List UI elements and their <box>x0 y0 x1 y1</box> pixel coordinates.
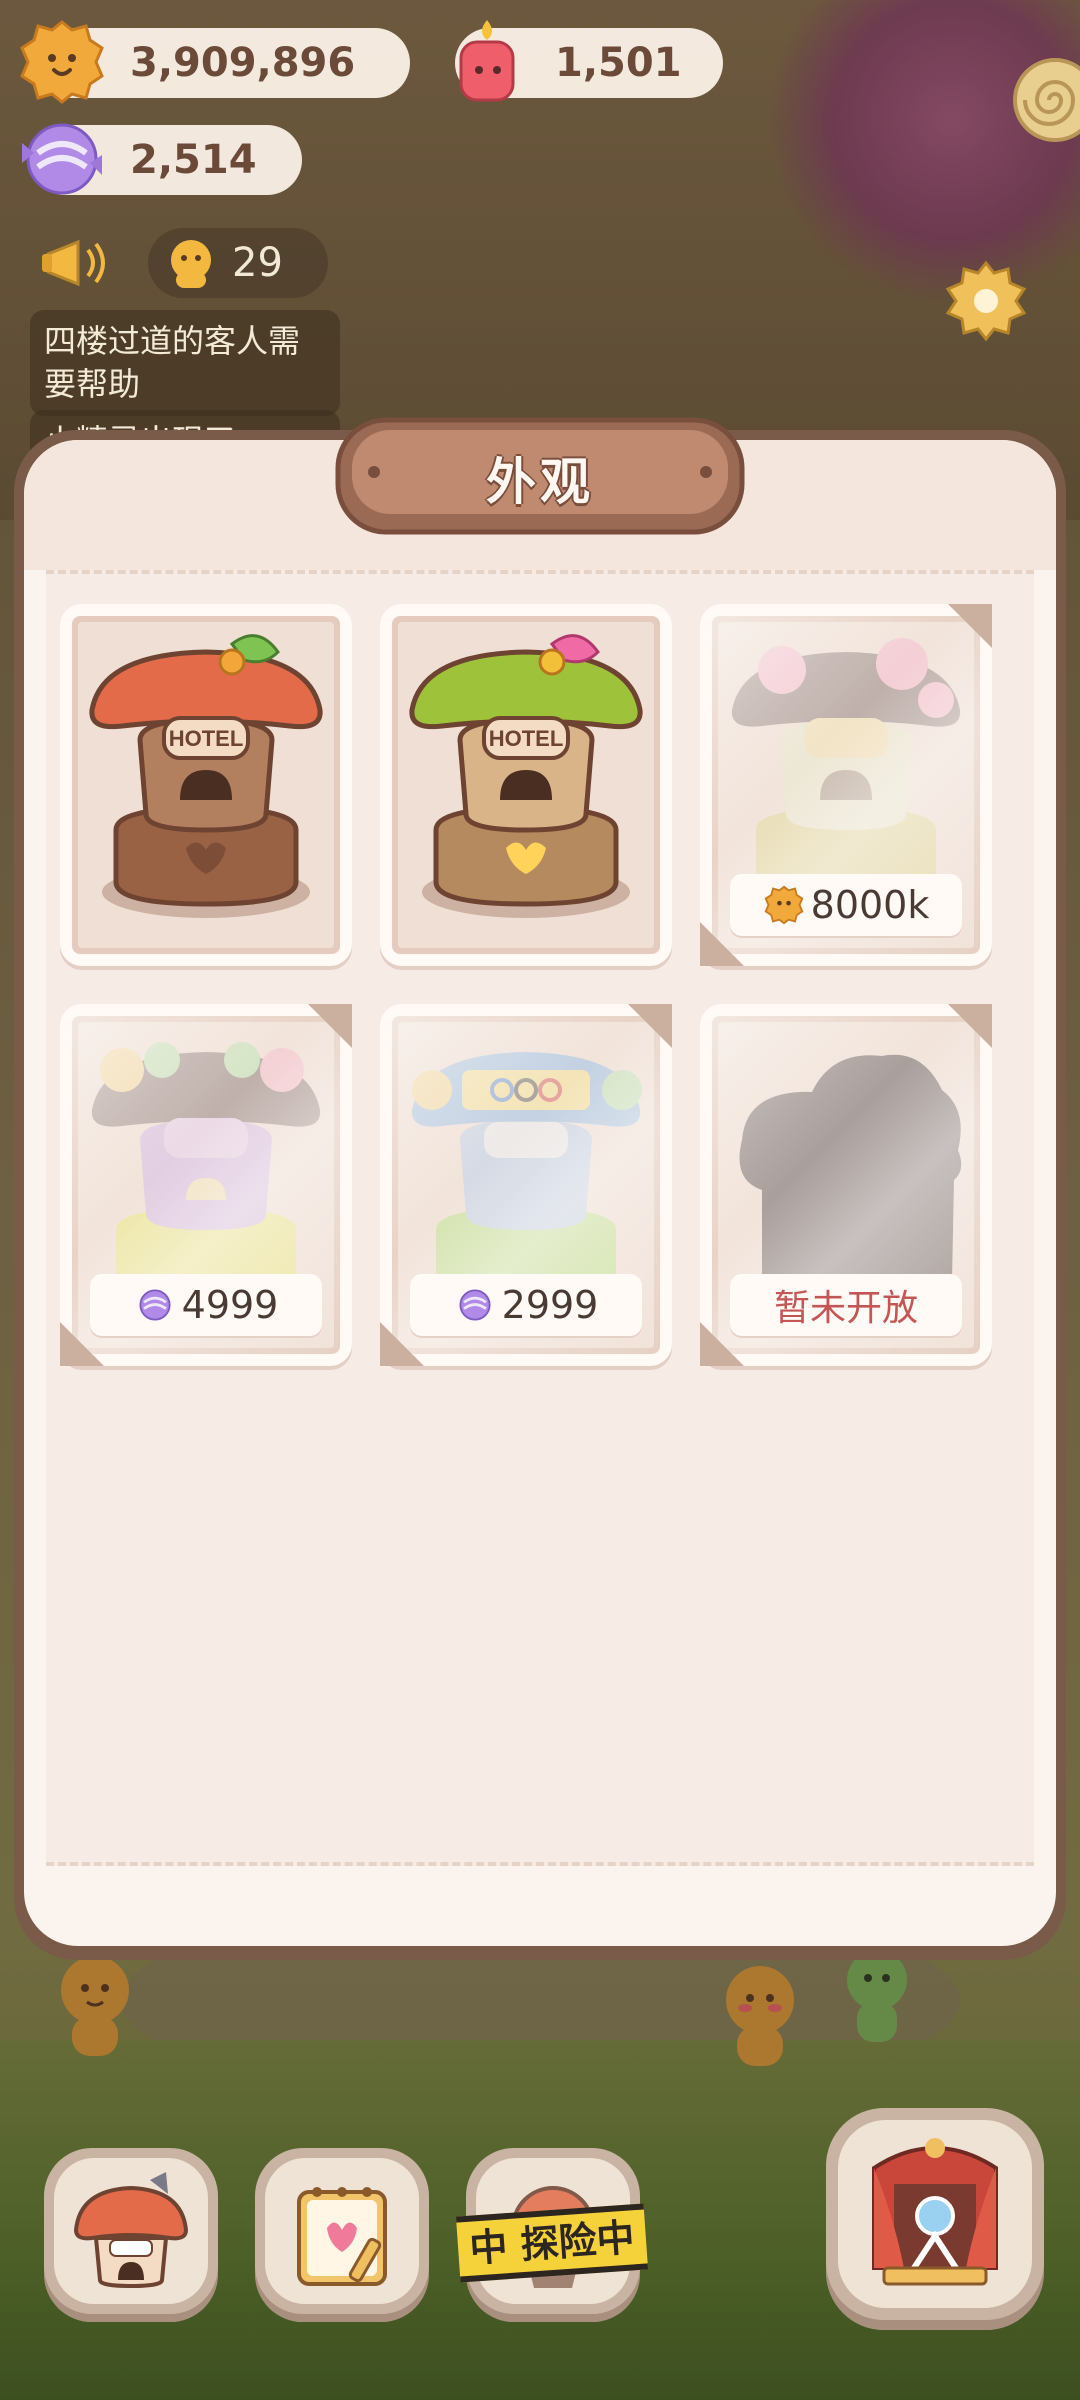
candle-icon <box>459 20 515 102</box>
theater-icon <box>872 2138 998 2286</box>
price-label: 4999 <box>181 1283 279 1327</box>
guest-count-badge[interactable]: 29 <box>148 228 328 298</box>
green-hotel-icon: HOTEL <box>409 634 643 918</box>
price-tag[interactable]: 4999 <box>90 1274 322 1336</box>
skin-card-orange-hotel[interactable]: HOTEL <box>60 604 352 966</box>
gold-currency-bar: 3,909,896 <box>20 20 410 104</box>
theater-button[interactable] <box>826 2108 1044 2330</box>
candy-icon <box>139 1289 171 1321</box>
notice-message[interactable]: 四楼过道的客人需要帮助 <box>30 310 340 417</box>
card-corner <box>948 1004 992 1048</box>
diary-button[interactable] <box>255 2148 429 2322</box>
gear-icon[interactable] <box>940 255 1032 347</box>
svg-text:HOTEL: HOTEL <box>489 726 564 751</box>
card-corner <box>308 1004 352 1048</box>
candy-icon <box>22 123 102 195</box>
skin-card-olympic-hotel[interactable]: 2999 <box>380 1004 672 1366</box>
swirl-shell-icon[interactable] <box>1010 55 1080 145</box>
skin-card-sakura-hotel[interactable]: 8000k <box>700 604 992 966</box>
price-tag[interactable]: 2999 <box>410 1274 642 1336</box>
exploring-status-tape: 中 探险中 <box>455 2203 649 2283</box>
card-corner <box>628 1004 672 1048</box>
skin-card-balloon-hotel[interactable]: 4999 <box>60 1004 352 1366</box>
not-available-label: 暂未开放 <box>773 1288 918 1329</box>
orange-hotel-icon: HOTEL <box>89 634 323 918</box>
guest-count: 29 <box>232 240 283 286</box>
candy-currency-bar: 2,514 <box>22 123 302 195</box>
candle-currency-bar: 1,501 <box>455 20 723 102</box>
dialog-title: 外观 <box>486 453 594 511</box>
card-corner <box>948 604 992 648</box>
hotel-button[interactable] <box>44 2148 218 2322</box>
guest-icon <box>171 240 211 288</box>
price-tag[interactable]: 8000k <box>730 874 962 936</box>
diary-icon <box>297 2187 387 2286</box>
candy-icon <box>459 1289 491 1321</box>
skin-card-locked[interactable]: 暂未开放 <box>700 1004 992 1366</box>
price-label: 2999 <box>501 1283 599 1327</box>
skin-card-green-hotel[interactable]: HOTEL <box>380 604 672 966</box>
gold-coin-icon <box>764 885 804 925</box>
megaphone-icon[interactable] <box>38 228 128 298</box>
svg-text:HOTEL: HOTEL <box>169 726 244 751</box>
price-label: 8000k <box>810 883 930 927</box>
not-available-tag: 暂未开放 <box>730 1274 962 1336</box>
hotel-icon <box>73 2172 189 2289</box>
gold-coin-icon <box>20 20 104 104</box>
